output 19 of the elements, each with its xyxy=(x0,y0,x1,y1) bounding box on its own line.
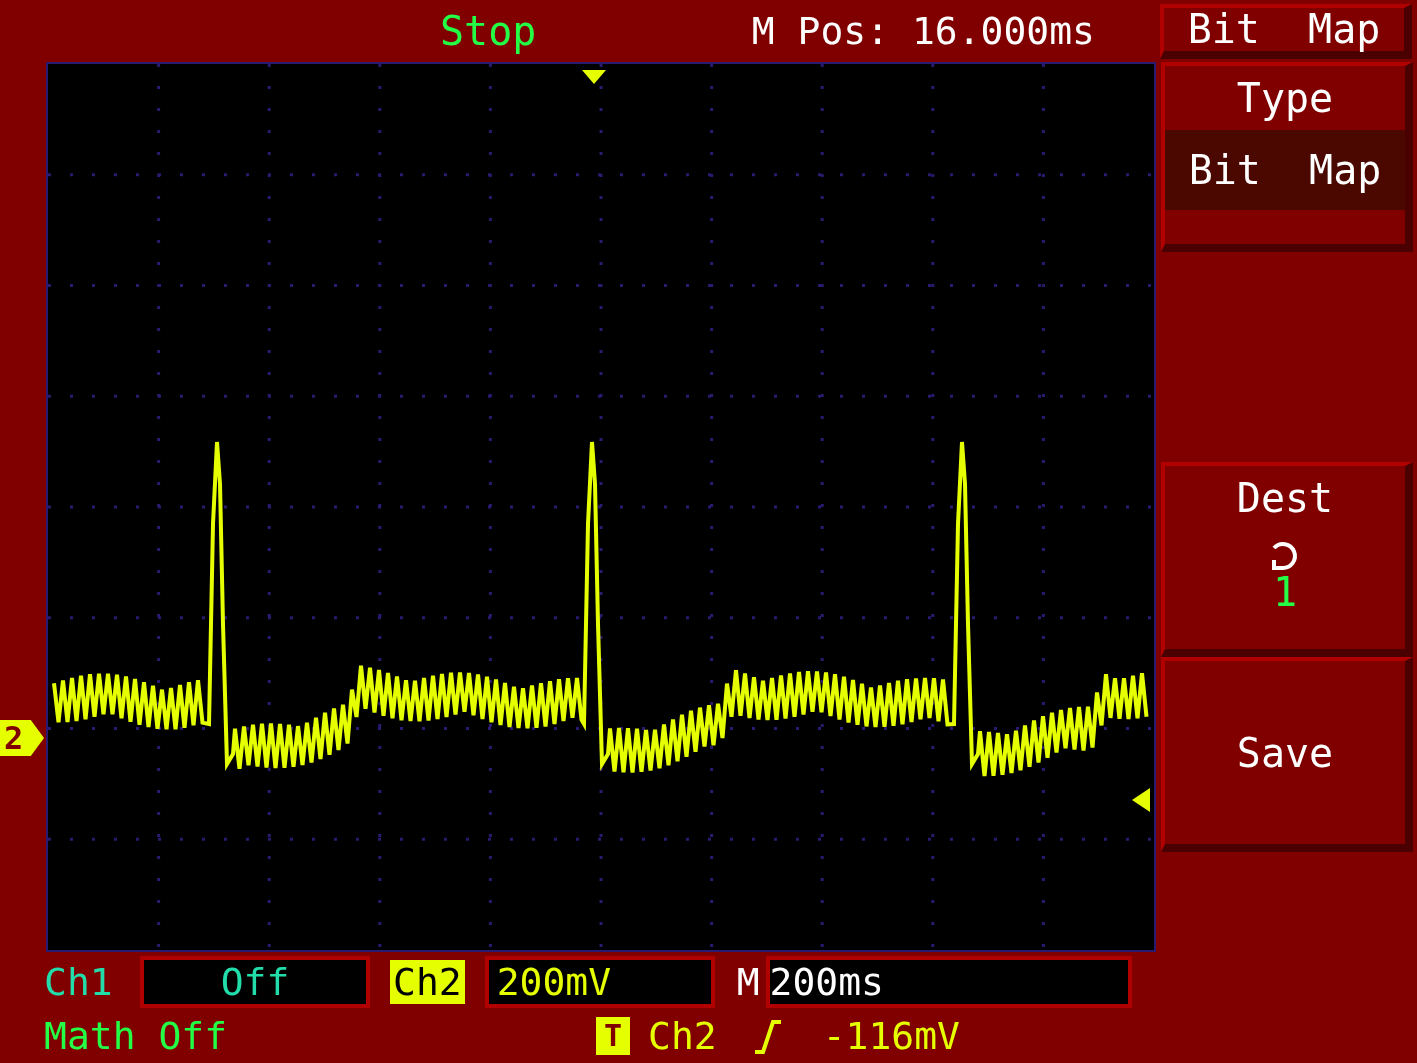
main-position: M Pos: 16.000ms xyxy=(751,12,1095,50)
timebase-value: 200ms xyxy=(769,963,884,1001)
trigger-level-icon xyxy=(1130,788,1152,812)
dest-panel[interactable]: Dest 1 xyxy=(1161,462,1413,657)
trigger-source: Ch2 xyxy=(648,1017,717,1055)
menu-option-panel[interactable]: Type Bit Map xyxy=(1161,62,1413,252)
channel-value: 200mV xyxy=(496,963,612,1001)
channel-marker: 2 xyxy=(0,720,44,756)
channel-label: Ch2 xyxy=(390,960,465,1004)
dest-label: Dest xyxy=(1236,478,1334,518)
rising-edge-icon xyxy=(752,1018,783,1054)
trigger-badge: T xyxy=(596,1017,631,1055)
channel-value: Off xyxy=(220,963,290,1001)
trigger-level: -116mV xyxy=(822,1017,960,1055)
timebase-label: M xyxy=(736,963,760,1001)
save-button[interactable]: Save xyxy=(1161,657,1413,852)
dest-value: 1 xyxy=(1272,572,1298,612)
channel-label: Ch1 xyxy=(44,963,114,1001)
math-status: Math Off xyxy=(44,1017,229,1055)
